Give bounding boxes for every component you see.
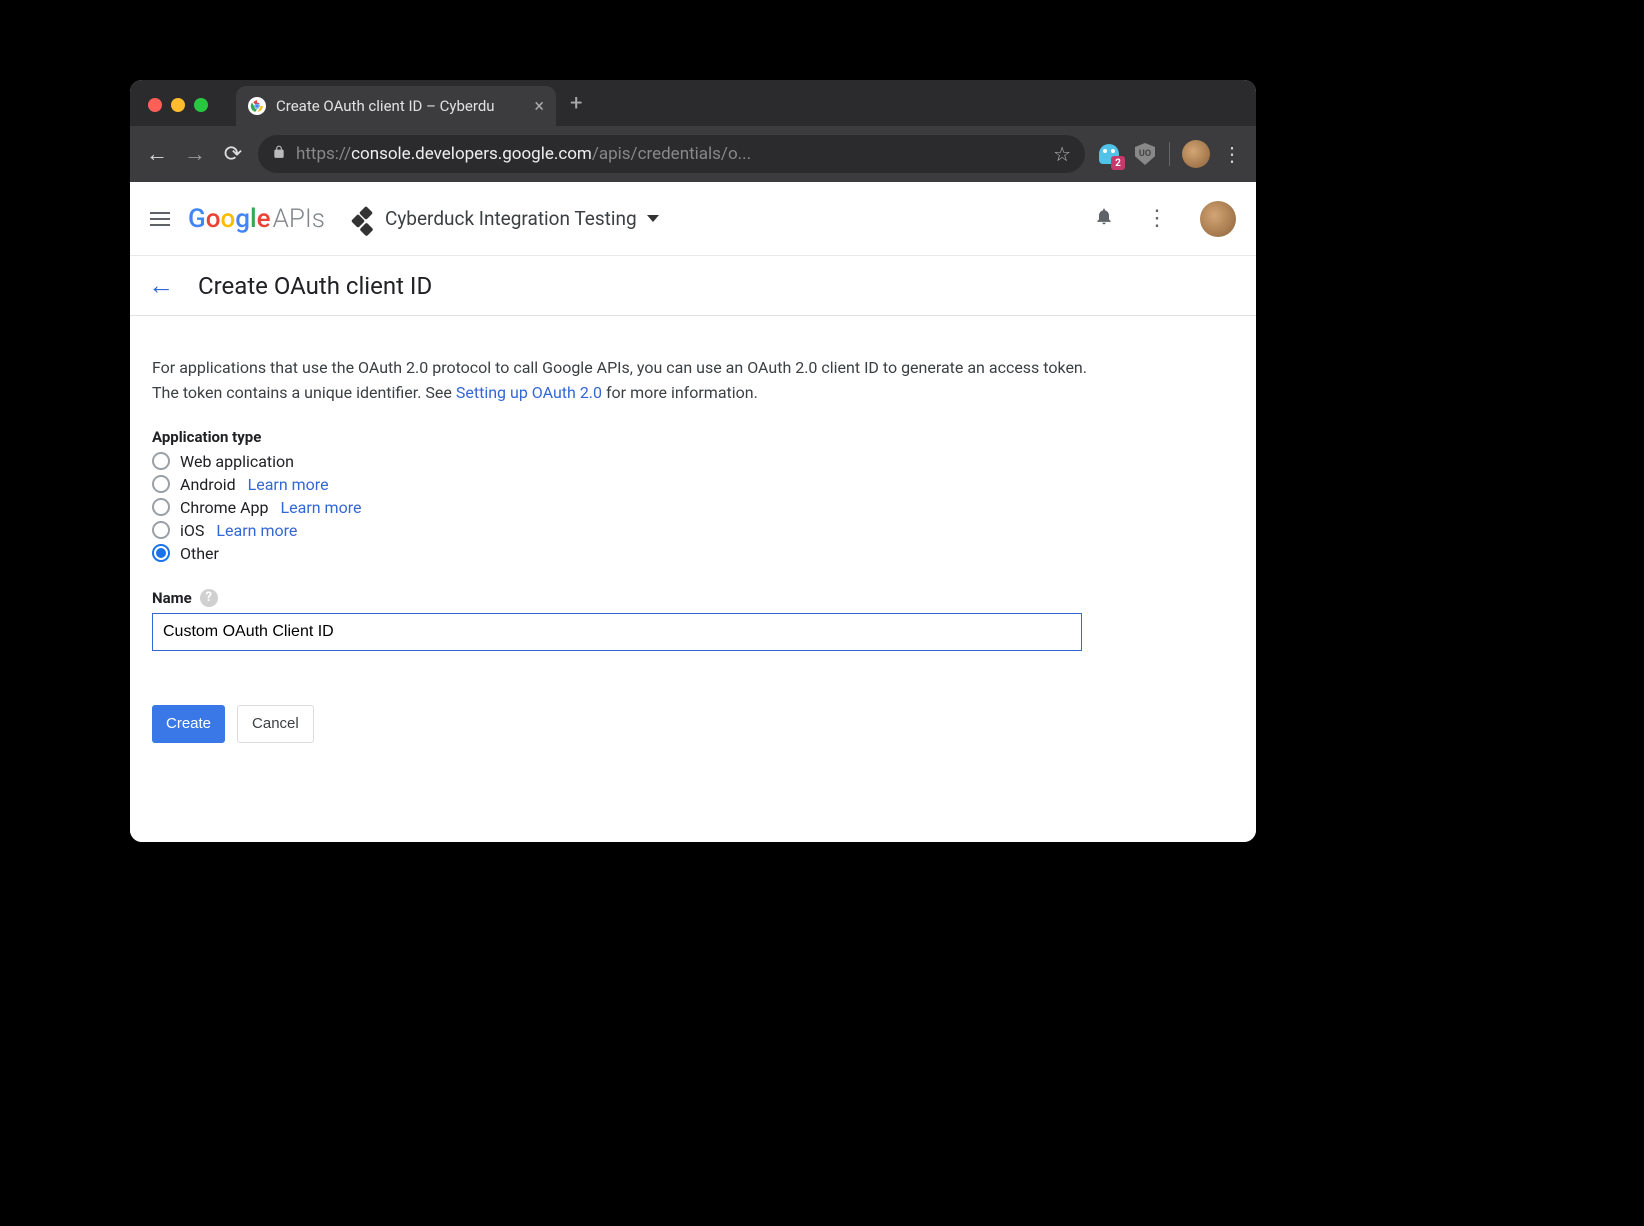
lock-icon xyxy=(272,145,286,163)
radio-icon[interactable] xyxy=(152,544,170,562)
browser-menu-button[interactable]: ⋮ xyxy=(1222,142,1242,166)
notifications-bell-icon[interactable] xyxy=(1094,206,1114,231)
url-text: https://console.developers.google.com/ap… xyxy=(296,144,1043,164)
app-type-label: Application type xyxy=(152,428,1234,446)
ios-learn-more-link[interactable]: Learn more xyxy=(216,521,297,540)
project-selector[interactable]: Cyberduck Integration Testing xyxy=(353,207,659,230)
toolbar-divider xyxy=(1169,142,1170,166)
help-icon[interactable]: ? xyxy=(200,589,218,607)
reload-button[interactable]: ⟳ xyxy=(220,142,246,167)
cancel-button[interactable]: Cancel xyxy=(237,705,314,743)
radio-icon[interactable] xyxy=(152,452,170,470)
radio-icon[interactable] xyxy=(152,498,170,516)
minimize-window-button[interactable] xyxy=(171,98,185,112)
page-back-arrow-icon[interactable]: ← xyxy=(148,270,174,301)
address-bar[interactable]: https://console.developers.google.com/ap… xyxy=(258,135,1085,173)
tab-favicon-icon xyxy=(248,97,266,115)
forward-button[interactable]: → xyxy=(182,141,208,167)
bookmark-star-icon[interactable]: ☆ xyxy=(1053,142,1071,166)
project-name: Cyberduck Integration Testing xyxy=(385,207,637,230)
browser-tab[interactable]: Create OAuth client ID – Cyberdu × xyxy=(236,86,556,126)
new-tab-button[interactable]: + xyxy=(556,91,596,126)
radio-android[interactable]: Android Learn more xyxy=(152,473,1234,496)
hamburger-menu-icon[interactable] xyxy=(150,208,170,230)
page-title: Create OAuth client ID xyxy=(198,272,432,300)
page-content: Google APIs Cyberduck Integration Testin… xyxy=(130,182,1256,842)
extension-badge: 2 xyxy=(1111,156,1125,170)
browser-window: Create OAuth client ID – Cyberdu × + ← →… xyxy=(130,80,1256,842)
dropdown-arrow-icon xyxy=(647,215,659,222)
google-apis-logo[interactable]: Google APIs xyxy=(188,204,325,234)
radio-chrome-app[interactable]: Chrome App Learn more xyxy=(152,496,1234,519)
name-input[interactable] xyxy=(152,613,1082,651)
header-overflow-menu[interactable]: ⋮ xyxy=(1146,206,1168,231)
tab-close-icon[interactable]: × xyxy=(534,96,544,117)
radio-icon[interactable] xyxy=(152,521,170,539)
chrome-learn-more-link[interactable]: Learn more xyxy=(281,498,362,517)
back-button[interactable]: ← xyxy=(144,141,170,167)
radio-web-application[interactable]: Web application xyxy=(152,450,1234,473)
profile-avatar-icon[interactable] xyxy=(1182,140,1210,168)
maximize-window-button[interactable] xyxy=(194,98,208,112)
browser-toolbar: ← → ⟳ https://console.developers.google.… xyxy=(130,126,1256,182)
name-label: Name xyxy=(152,589,192,607)
form-content: For applications that use the OAuth 2.0 … xyxy=(130,316,1256,773)
close-window-button[interactable] xyxy=(148,98,162,112)
account-avatar-icon[interactable] xyxy=(1200,201,1236,237)
android-learn-more-link[interactable]: Learn more xyxy=(248,475,329,494)
titlebar: Create OAuth client ID – Cyberdu × + xyxy=(130,80,1256,126)
page-title-bar: ← Create OAuth client ID xyxy=(130,256,1256,316)
radio-other[interactable]: Other xyxy=(152,542,1234,565)
button-row: Create Cancel xyxy=(152,705,1234,743)
radio-icon[interactable] xyxy=(152,475,170,493)
app-type-radio-group: Web application Android Learn more Chrom… xyxy=(152,450,1234,565)
project-icon xyxy=(353,208,375,230)
intro-text: For applications that use the OAuth 2.0 … xyxy=(152,356,1112,406)
setup-oauth-link[interactable]: Setting up OAuth 2.0 xyxy=(456,383,602,402)
extension-ublock-icon[interactable]: UO xyxy=(1133,142,1157,166)
extension-ghostery-icon[interactable]: 2 xyxy=(1097,142,1121,166)
create-button[interactable]: Create xyxy=(152,705,225,743)
radio-ios[interactable]: iOS Learn more xyxy=(152,519,1234,542)
window-controls xyxy=(130,98,226,126)
tab-title: Create OAuth client ID – Cyberdu xyxy=(276,97,524,115)
app-header: Google APIs Cyberduck Integration Testin… xyxy=(130,182,1256,256)
